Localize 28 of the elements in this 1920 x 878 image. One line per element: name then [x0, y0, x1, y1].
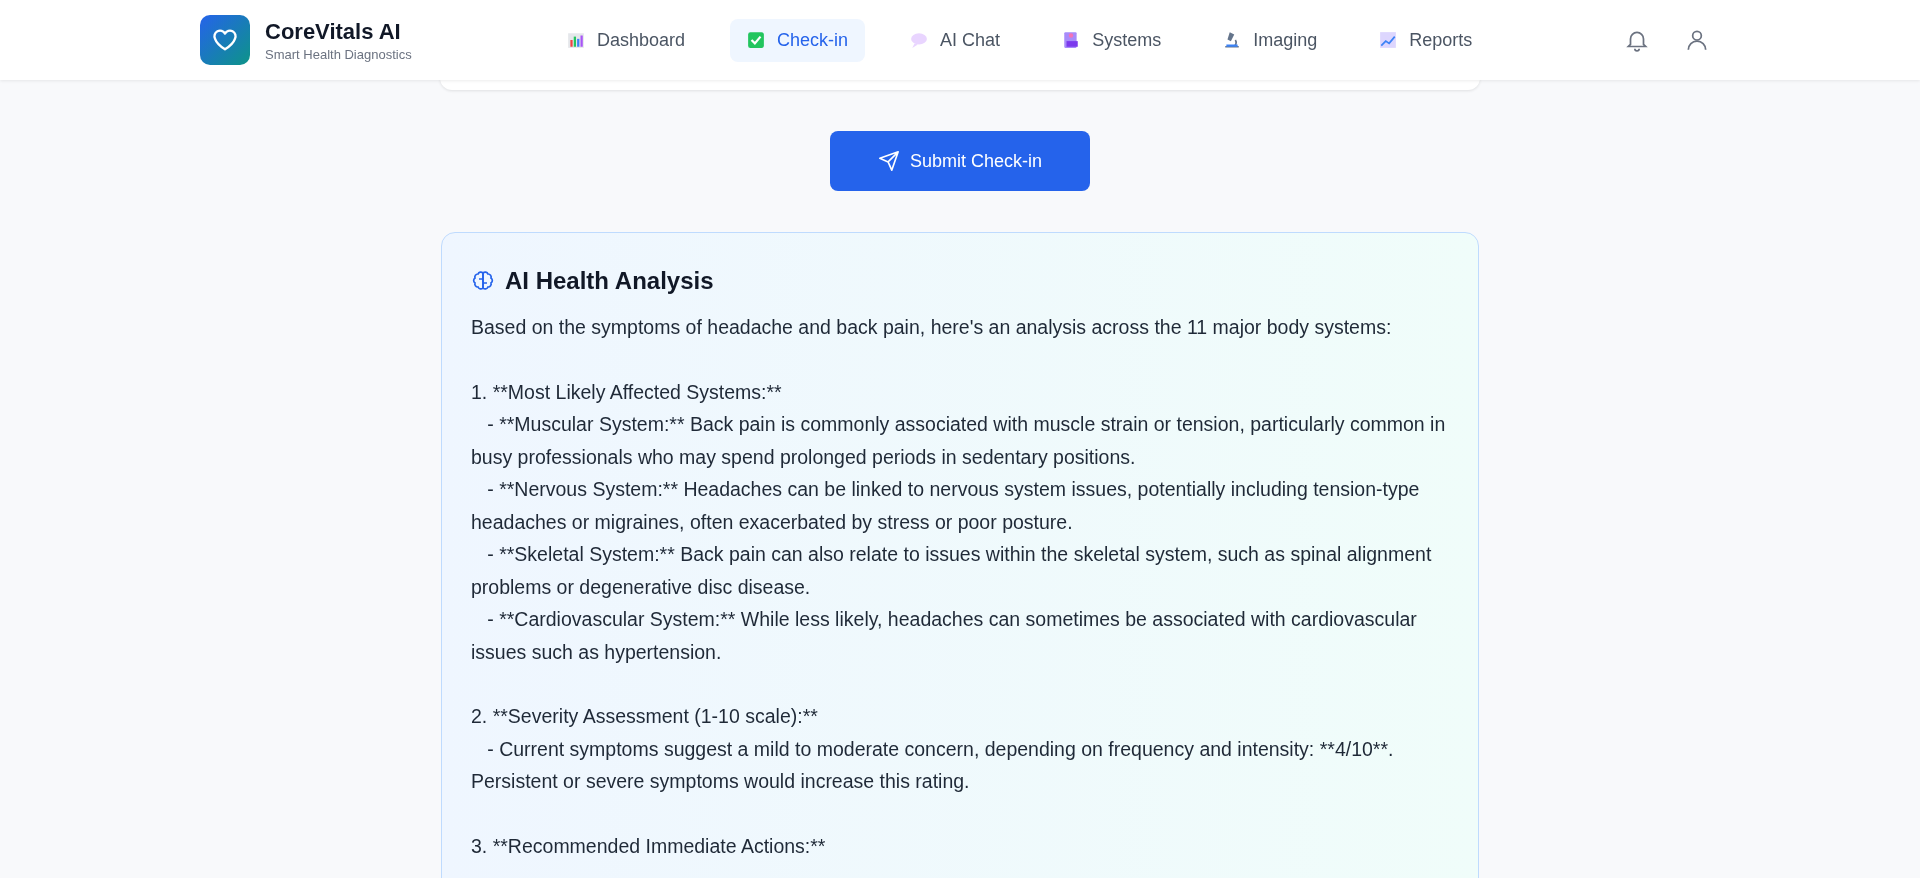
line-chart-icon: [1379, 31, 1398, 49]
analysis-paragraph: - **Cardiovascular System:** While less likely, headaches can sometimes be associated with cardiovascular issues such as hypertension.: [471, 607, 1418, 665]
analysis-paragraph: - **Skeletal System:** Back pain can also relate to issues within the skeletal system, such as spinal alignment problems or degenerative disc disease.: [471, 542, 1433, 600]
microscope-icon: [1223, 31, 1242, 49]
nav-tab[interactable]: Check-in: [730, 18, 866, 62]
analysis-paragraph: - **Muscular System:** Back pain is commonly associated with muscle strain or tension, particularly common in busy professionals who may spend prolonged periods in sedentary positions.: [471, 412, 1447, 470]
heart-logo-icon: [200, 15, 250, 65]
analysis-paragraph: 3. **Recommended Immediate Actions:**: [471, 833, 827, 859]
submit-button[interactable]: Submit Check-in: [830, 131, 1090, 191]
nav-tab[interactable]: Systems: [1045, 18, 1179, 62]
clipboard-icon: [1062, 31, 1081, 49]
checkbox-icon: [747, 31, 766, 49]
analysis-title: AI Health Analysis: [505, 267, 714, 295]
nav-tab[interactable]: AI Chat: [893, 18, 1018, 62]
nav-tab[interactable]: Reports: [1362, 18, 1490, 62]
nav-tab[interactable]: Imaging: [1206, 18, 1335, 62]
analysis-paragraph: 2. **Severity Assessment (1-10 scale):**: [471, 704, 819, 729]
analysis-paragraph: Based on the symptoms of headache and back pain, here's an analysis across the 11 major body systems:: [471, 315, 1393, 340]
app-name: CoreVitals AI: [265, 18, 402, 45]
app-tagline: Smart Health Diagnostics: [265, 46, 412, 62]
speech-bubble-icon: [910, 31, 929, 49]
brain-icon: [471, 269, 495, 293]
send-icon: [877, 150, 900, 172]
bar-chart-icon: [567, 31, 585, 49]
analysis-paragraph: - Current symptoms suggest a mild to moderate concern, depending on frequency and intensity: **4/10**. Persistent or severe symptoms would increase this rating.: [471, 736, 1395, 794]
analysis-paragraph: - **Nervous System:** Headaches can be linked to nervous system issues, potentially including tension-type headaches or migraines, often exacerbated by stress or poor posture.: [471, 477, 1421, 535]
analysis-paragraph: 1. **Most Likely Affected Systems:**: [471, 379, 783, 405]
nav-tab[interactable]: Dashboard: [550, 18, 703, 62]
